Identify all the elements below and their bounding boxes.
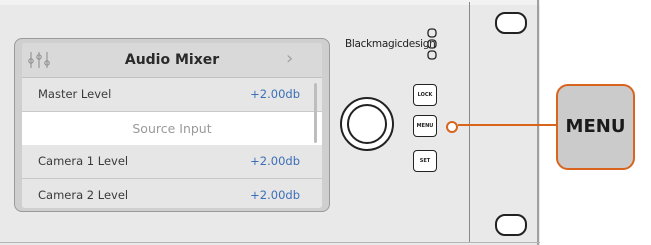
menu-row-master-level[interactable]: Master Level +2.00db — [22, 78, 322, 112]
row-label: Camera 2 Level — [38, 188, 129, 202]
lock-button[interactable]: LOCK — [413, 84, 437, 106]
rack-ear-divider — [469, 2, 470, 243]
row-value: +2.00db — [250, 87, 300, 101]
menu-row-camera-2-level[interactable]: Camera 2 Level +2.00db — [22, 179, 322, 208]
device-bottom-edge — [0, 242, 540, 243]
callout-connector-line — [458, 124, 556, 126]
control-knob-inner — [347, 104, 387, 144]
section-header-source-input: Source Input — [22, 112, 322, 145]
menu-row-camera-1-level[interactable]: Camera 1 Level +2.00db — [22, 145, 322, 179]
rack-mount-hole-bottom — [495, 214, 527, 236]
scrollbar[interactable] — [314, 83, 317, 143]
row-value: +2.00db — [250, 188, 300, 202]
device-right-edge — [537, 0, 539, 245]
brand-logo: Blackmagicdesign — [345, 38, 436, 50]
menu-button[interactable]: MENU — [413, 115, 437, 137]
rack-mount-hole-top — [495, 12, 527, 34]
callout-label: MENU — [565, 116, 626, 137]
device-top-edge — [0, 0, 540, 5]
row-label: Camera 1 Level — [38, 154, 129, 168]
menu-indicator-dot — [446, 121, 458, 133]
chevron-right-icon[interactable]: › — [286, 48, 293, 69]
row-label: Master Level — [38, 87, 112, 101]
screen-title: Audio Mixer — [124, 52, 220, 68]
screen-header: Audio Mixer › — [22, 43, 322, 78]
row-value: +2.00db — [250, 154, 300, 168]
lcd-screen: Audio Mixer › Master Level +2.00db Sourc… — [22, 43, 322, 208]
brand-mark-icon — [427, 28, 437, 60]
set-button[interactable]: SET — [413, 150, 437, 172]
